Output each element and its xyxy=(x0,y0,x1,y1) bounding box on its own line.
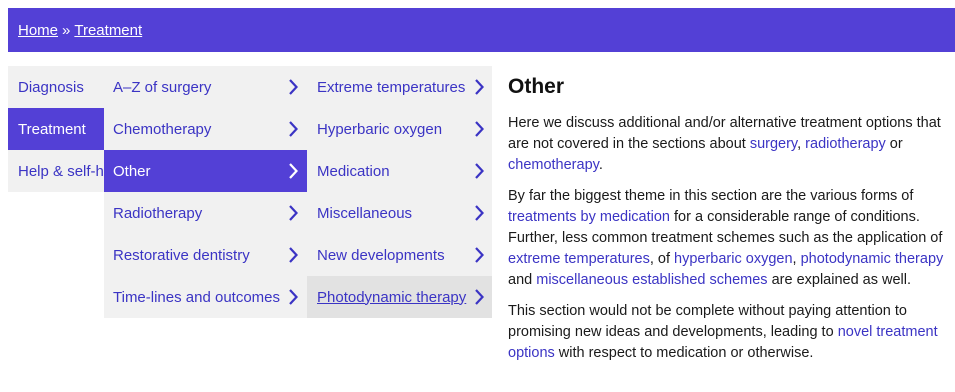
text: Further, less common treatment schemes s… xyxy=(508,230,943,246)
nav2-item-radiotherapy[interactable]: Radiotherapy xyxy=(104,192,307,234)
hyperbaric-oxygen-link[interactable]: hyperbaric oxygen xyxy=(674,251,793,267)
breadcrumb-separator: » xyxy=(62,21,71,39)
novel-treatment-link[interactable]: novel treatment xyxy=(838,324,938,340)
breadcrumb-current-link[interactable]: Treatment xyxy=(74,22,142,39)
nav1-item-help-self-help[interactable]: Help & self-help xyxy=(8,150,104,192)
text: , xyxy=(797,136,806,152)
chevron-right-icon xyxy=(284,120,302,138)
radiotherapy-link[interactable]: radiotherapy xyxy=(805,136,886,152)
chevron-right-icon xyxy=(470,120,488,138)
nav3-item-label: Photodynamic therapy xyxy=(317,288,467,306)
main-content: Other Here we discuss additional and/or … xyxy=(508,66,955,374)
text: , of xyxy=(649,251,675,267)
paragraph-intro: Here we discuss additional and/or altern… xyxy=(508,113,955,176)
chevron-right-icon xyxy=(284,78,302,96)
nav2-item-chemotherapy[interactable]: Chemotherapy xyxy=(104,108,307,150)
nav2-item-label: Restorative dentistry xyxy=(113,246,250,264)
chevron-right-icon xyxy=(284,246,302,264)
nav2-item-a-z-of-surgery[interactable]: A–Z of surgery xyxy=(104,66,307,108)
nav-level2: A–Z of surgery Chemotherapy Other Radiot… xyxy=(104,66,307,318)
text: By far the biggest theme in this section… xyxy=(508,188,914,204)
text: , xyxy=(792,251,801,267)
text: are explained as well. xyxy=(767,272,912,288)
nav3-item-miscellaneous[interactable]: Miscellaneous xyxy=(307,192,492,234)
nav3-item-label: Hyperbaric oxygen xyxy=(317,120,443,138)
nav3-item-label: Miscellaneous xyxy=(317,204,413,222)
chevron-right-icon xyxy=(470,204,488,222)
nav2-item-label: A–Z of surgery xyxy=(113,78,212,96)
surgery-link[interactable]: surgery xyxy=(750,136,797,152)
nav3-item-hyperbaric-oxygen[interactable]: Hyperbaric oxygen xyxy=(307,108,492,150)
nav2-item-time-lines-and-outcomes[interactable]: Time-lines and outcomes xyxy=(104,276,307,318)
nav2-item-label: Other xyxy=(113,162,151,180)
treatments-by-medication-link[interactable]: treatments by medication xyxy=(508,209,670,225)
text: . xyxy=(598,157,603,173)
text: This section would not be complete witho… xyxy=(508,303,907,319)
nav3-item-medication[interactable]: Medication xyxy=(307,150,492,192)
nav1-item-treatment[interactable]: Treatment xyxy=(8,108,104,150)
extreme-temperatures-link[interactable]: extreme temperatures xyxy=(508,251,650,267)
nav3-item-label: New developments xyxy=(317,246,445,264)
nav2-item-restorative-dentistry[interactable]: Restorative dentistry xyxy=(104,234,307,276)
paragraph-themes: By far the biggest theme in this section… xyxy=(508,186,955,291)
chevron-right-icon xyxy=(470,162,488,180)
chevron-right-icon xyxy=(284,162,302,180)
photodynamic-therapy-link[interactable]: photodynamic therapy xyxy=(801,251,944,267)
text: and xyxy=(508,272,537,288)
text: or xyxy=(885,136,903,152)
breadcrumb: Home » Treatment xyxy=(8,22,142,39)
text: Here we discuss additional and/or altern… xyxy=(508,115,941,131)
chevron-right-icon xyxy=(284,204,302,222)
paragraph-developments: This section would not be complete witho… xyxy=(508,301,955,364)
nav2-item-label: Radiotherapy xyxy=(113,204,203,222)
nav3-item-extreme-temperatures[interactable]: Extreme temperatures xyxy=(307,66,492,108)
text: promising new ideas and developments, le… xyxy=(508,324,838,340)
page-title: Other xyxy=(508,75,565,98)
nav3-item-label: Medication xyxy=(317,162,390,180)
chemotherapy-link[interactable]: chemotherapy xyxy=(508,157,599,173)
breadcrumb-home-link[interactable]: Home xyxy=(18,22,58,39)
nav1-item-diagnosis[interactable]: Diagnosis xyxy=(8,66,104,108)
header-bar: Home » Treatment xyxy=(8,8,955,52)
miscellaneous-schemes-link[interactable]: miscellaneous established schemes xyxy=(536,272,767,288)
nav-level3: Extreme temperatures Hyperbaric oxygen M… xyxy=(307,66,492,318)
chevron-right-icon xyxy=(470,246,488,264)
nav2-item-label: Chemotherapy xyxy=(113,120,212,138)
chevron-right-icon xyxy=(470,288,488,306)
nav2-item-other[interactable]: Other xyxy=(104,150,307,192)
page: Home » Treatment Diagnosis Treatment Hel… xyxy=(0,0,955,392)
nav3-item-label: Extreme temperatures xyxy=(317,78,466,96)
text: for a considerable range of conditions. xyxy=(670,209,920,225)
novel-treatment-options-link[interactable]: options xyxy=(508,345,555,361)
nav3-item-new-developments[interactable]: New developments xyxy=(307,234,492,276)
nav-level1: Diagnosis Treatment Help & self-help xyxy=(8,66,104,192)
text: with respect to medication or otherwise. xyxy=(554,345,814,361)
text: are not covered in the sections about xyxy=(508,136,750,152)
nav2-item-label: Time-lines and outcomes xyxy=(113,288,281,306)
chevron-right-icon xyxy=(470,78,488,96)
chevron-right-icon xyxy=(284,288,302,306)
nav3-item-photodynamic-therapy[interactable]: Photodynamic therapy xyxy=(307,276,492,318)
